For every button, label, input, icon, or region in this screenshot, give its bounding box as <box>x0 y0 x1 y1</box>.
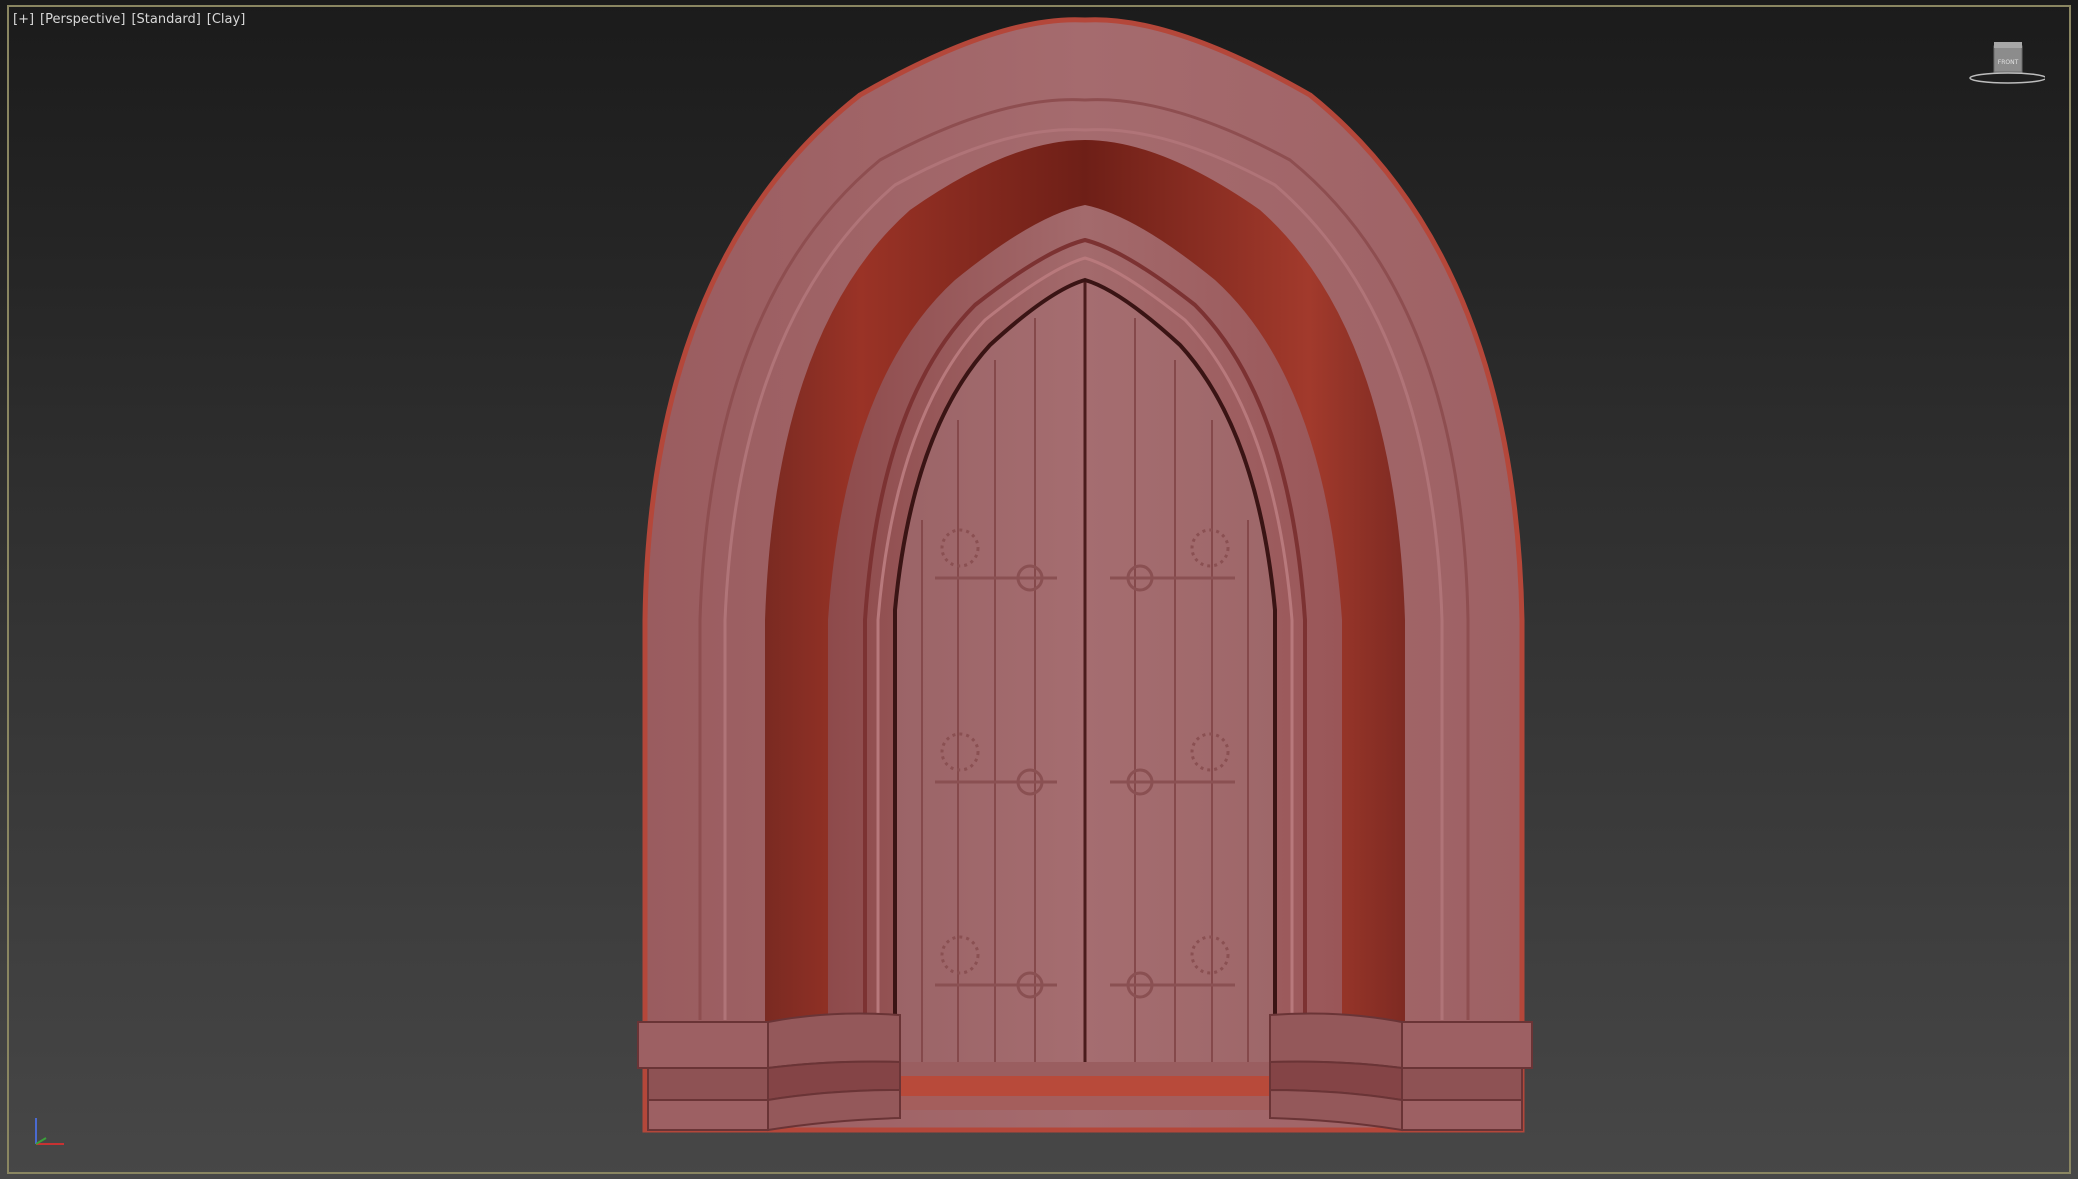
left-base <box>637 1012 901 1132</box>
viewport-plus-menu[interactable]: [+] <box>13 12 34 28</box>
viewport-view-menu[interactable]: [Perspective] <box>40 12 125 28</box>
viewport-shading-mode-menu[interactable]: [Clay] <box>207 12 246 28</box>
viewcube-icon[interactable]: FRONT <box>1965 40 2045 88</box>
right-base <box>1269 1012 1533 1132</box>
perspective-viewport[interactable]: [+] [Perspective] [Standard] [Clay] FRON… <box>0 0 2078 1179</box>
axis-tripod-icon <box>35 1118 64 1145</box>
door-threshold <box>895 1062 1275 1076</box>
viewcube-face-label: FRONT <box>1998 59 2019 66</box>
viewport-shading-preset-menu[interactable]: [Standard] <box>131 12 200 28</box>
gothic-arch-model[interactable] <box>0 0 2078 1179</box>
viewport-label-menu[interactable]: [+] [Perspective] [Standard] [Clay] <box>13 12 245 28</box>
